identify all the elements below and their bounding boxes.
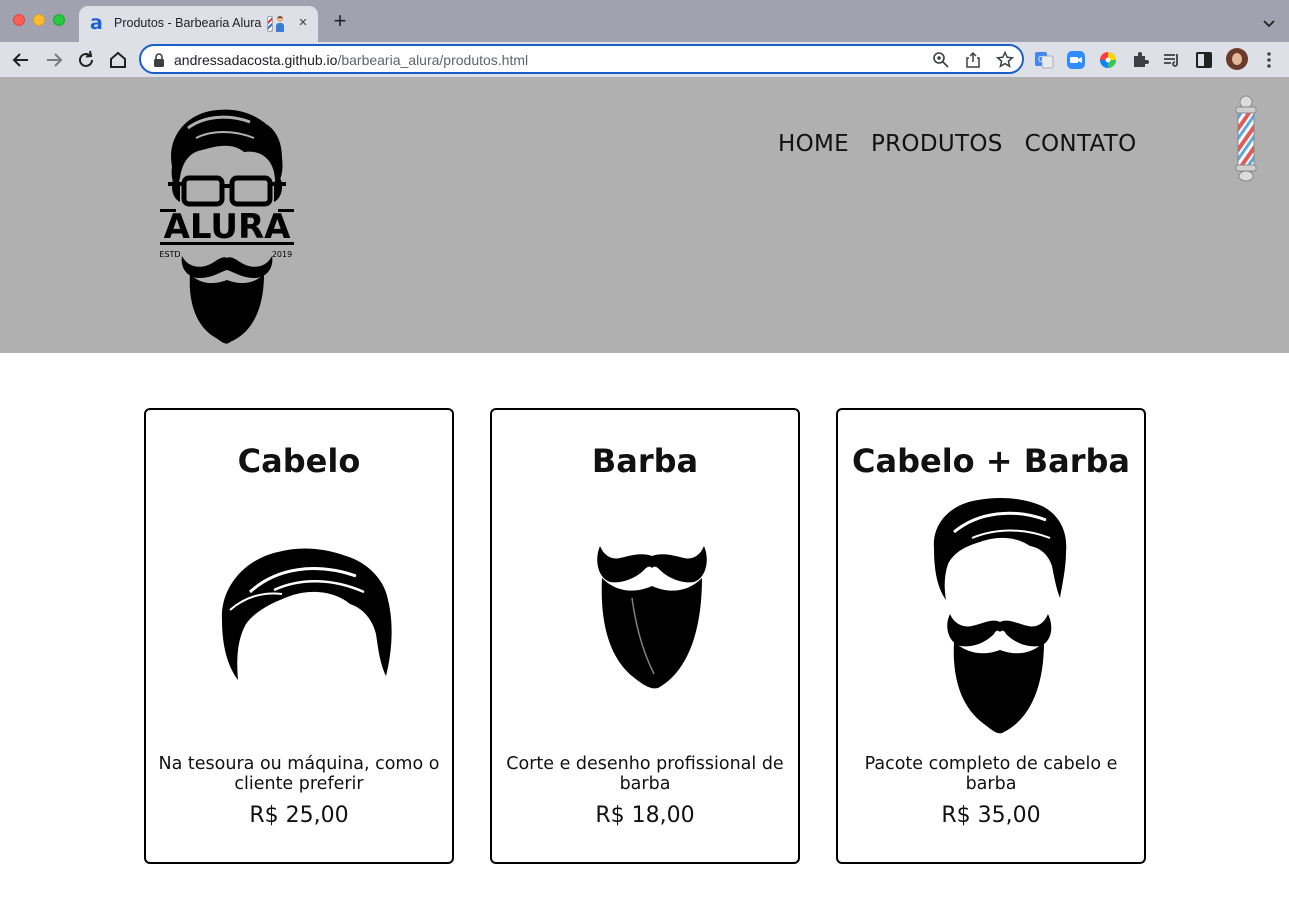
zoom-meeting-icon[interactable] (1066, 50, 1086, 70)
zoom-icon[interactable] (931, 50, 951, 70)
barber-pole-icon (1235, 95, 1257, 182)
main-navigation: HOME PRODUTOS CONTATO (778, 129, 1136, 159)
url-text[interactable]: andressadacosta.github.io/barbearia_alur… (174, 52, 528, 68)
bookmark-star-icon[interactable] (995, 50, 1015, 70)
logo-year: 2019 (272, 250, 292, 259)
profile-avatar[interactable] (1226, 48, 1248, 70)
logo-text: ALURA (164, 207, 292, 247)
google-translate-icon[interactable]: G (1034, 50, 1054, 70)
nav-link-contato[interactable]: CONTATO (1025, 129, 1137, 159)
product-description: Pacote completo de cabelo e barba (864, 754, 1118, 794)
back-arrow-icon[interactable] (9, 48, 33, 72)
browser-titlebar: a Produtos - Barbearia Alura × + (0, 0, 1289, 42)
product-title: Barba (591, 442, 699, 480)
product-title: Cabelo + Barba (852, 442, 1130, 480)
svg-text:G: G (1038, 55, 1044, 64)
alura-logo[interactable]: ALURA ESTD 2019 (158, 106, 296, 346)
site-header: ALURA ESTD 2019 HOME PRODUTOS CONTATO (0, 77, 1289, 353)
product-card-barba: Barba Corte e desenho profissional de ba… (490, 408, 800, 864)
tab-close-icon[interactable]: × (295, 13, 311, 33)
logo-est: ESTD (159, 250, 180, 259)
nav-link-home[interactable]: HOME (778, 129, 849, 159)
beard-icon (597, 546, 707, 689)
product-description: Na tesoura ou máquina, como o cliente pr… (158, 754, 440, 794)
maximize-window-button[interactable] (53, 14, 65, 26)
more-menu-icon[interactable] (1262, 51, 1276, 69)
lock-icon[interactable] (153, 53, 165, 67)
url-path: /barbearia_alura/produtos.html (337, 52, 529, 68)
product-description: Corte e desenho profissional de barba (506, 754, 784, 794)
barber-emoji-icon (276, 16, 284, 32)
home-icon[interactable] (106, 48, 130, 72)
product-price: R$ 25,00 (249, 803, 349, 828)
minimize-window-button[interactable] (33, 14, 45, 26)
share-icon[interactable] (963, 50, 983, 70)
browser-toolbar: andressadacosta.github.io/barbearia_alur… (0, 42, 1289, 77)
extensions-puzzle-icon[interactable] (1130, 50, 1150, 70)
side-panel-icon[interactable] (1194, 50, 1214, 70)
product-price: R$ 35,00 (941, 803, 1041, 828)
address-bar[interactable]: andressadacosta.github.io/barbearia_alur… (139, 44, 1024, 74)
nav-link-produtos[interactable]: PRODUTOS (871, 129, 1003, 159)
tab-title: Produtos - Barbearia Alura (114, 16, 262, 30)
product-card-cabelo: Cabelo Na tesoura ou máquina, como o cli… (144, 408, 454, 864)
product-card-cabelo-barba: Cabelo + Barba Pacote completo de cabelo… (836, 408, 1146, 864)
product-price: R$ 18,00 (595, 803, 695, 828)
product-title: Cabelo (237, 442, 361, 480)
tab-search-chevron-icon[interactable] (1259, 13, 1279, 33)
hair-icon (221, 548, 392, 680)
barber-pole-emoji-icon (267, 16, 273, 32)
color-picker-icon[interactable] (1098, 50, 1118, 70)
hair-and-beard-icon (933, 498, 1067, 734)
browser-tab-active[interactable]: a Produtos - Barbearia Alura × (79, 6, 318, 42)
new-tab-button[interactable]: + (330, 10, 350, 32)
reload-icon[interactable] (74, 48, 98, 72)
reading-list-icon[interactable] (1162, 50, 1182, 70)
forward-arrow-icon[interactable] (42, 48, 66, 72)
url-host: andressadacosta.github.io (174, 52, 338, 68)
close-window-button[interactable] (13, 14, 25, 26)
alura-favicon-icon: a (90, 12, 103, 34)
